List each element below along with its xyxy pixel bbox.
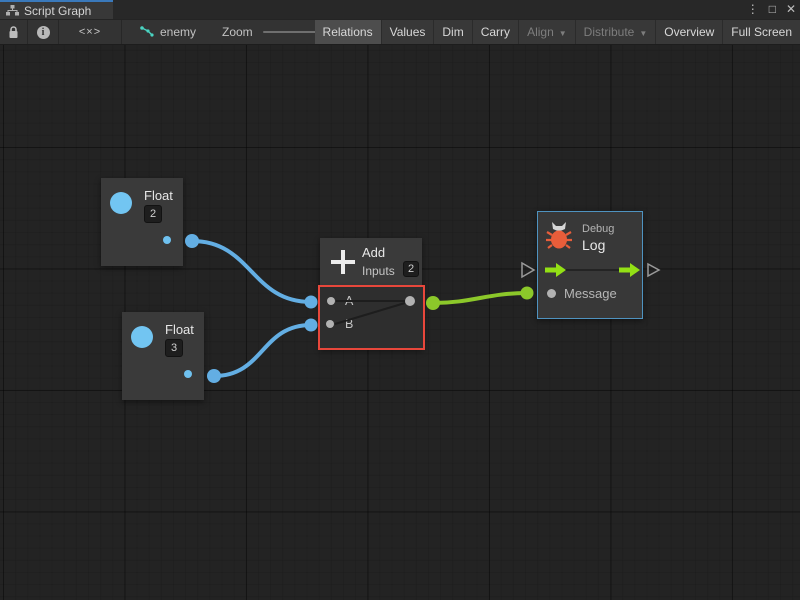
distribute-button[interactable]: Distribute ▼ — [576, 20, 657, 44]
overview-button-label: Overview — [664, 25, 714, 39]
dim-button-label: Dim — [442, 25, 463, 39]
float-type-icon — [131, 326, 153, 348]
node-float-1[interactable]: Float 2 — [101, 178, 183, 266]
node-debug-log[interactable]: Debug Log Message — [537, 211, 643, 319]
bug-icon — [546, 222, 572, 250]
port-a-label: A — [345, 294, 353, 308]
graph-breadcrumb[interactable]: enemy — [140, 20, 196, 44]
add-output-port[interactable] — [405, 296, 415, 306]
window-controls: ⋮ □ ✕ — [747, 0, 796, 19]
node-add-ports[interactable]: A B — [320, 287, 423, 349]
info-icon: i — [37, 26, 50, 39]
toolbar-divider — [121, 20, 122, 44]
add-input-port-a[interactable] — [327, 297, 335, 305]
align-button-label: Align — [527, 25, 554, 39]
dropdown-arrow-icon: ▼ — [559, 29, 567, 38]
float-type-icon — [110, 192, 132, 214]
node-title: Add — [362, 245, 385, 260]
fullscreen-button[interactable]: Full Screen — [723, 20, 800, 44]
toolbar-left-group: i <×> — [0, 20, 122, 44]
graph-toolbar: i <×> enemy Zoom 1x — [0, 19, 800, 45]
port-b-label: B — [345, 317, 353, 331]
zoom-label: Zoom — [222, 25, 253, 39]
info-button[interactable]: i — [28, 20, 58, 44]
inputs-count-field[interactable]: 2 — [403, 261, 419, 277]
float-output-port[interactable] — [184, 370, 192, 378]
graph-tab-icon — [6, 5, 19, 16]
lock-button[interactable] — [0, 20, 27, 44]
node-subtitle: Debug — [582, 223, 614, 235]
node-add-header[interactable]: Add Inputs 2 — [320, 238, 422, 287]
dim-button[interactable]: Dim — [434, 20, 472, 44]
message-input-port[interactable] — [547, 289, 556, 298]
carry-button[interactable]: Carry — [473, 20, 519, 44]
distribute-button-label: Distribute — [584, 25, 635, 39]
overview-button[interactable]: Overview — [656, 20, 723, 44]
relations-button-label: Relations — [323, 25, 373, 39]
graph-reference-label: enemy — [160, 25, 196, 39]
inputs-label: Inputs — [362, 264, 395, 278]
script-graph-window: Script Graph ⋮ □ ✕ i <×> — [0, 0, 800, 600]
node-title: Float — [165, 322, 194, 337]
code-view-button[interactable]: <×> — [59, 20, 121, 44]
toolbar-right-group: Relations Values Dim Carry Align ▼ Distr… — [315, 20, 800, 44]
values-button-label: Values — [390, 25, 426, 39]
tab-title: Script Graph — [24, 4, 91, 18]
graph-reference-icon — [140, 26, 154, 38]
align-button[interactable]: Align ▼ — [519, 20, 576, 44]
window-menu-icon[interactable]: ⋮ — [747, 0, 759, 19]
float-value-field[interactable]: 3 — [165, 339, 183, 357]
lock-icon — [8, 26, 19, 39]
tab-bar: Script Graph ⋮ □ ✕ — [0, 0, 800, 19]
node-float-2[interactable]: Float 3 — [122, 312, 204, 400]
fullscreen-button-label: Full Screen — [731, 25, 792, 39]
float-output-port[interactable] — [163, 236, 171, 244]
float-value-field[interactable]: 2 — [144, 205, 162, 223]
carry-button-label: Carry — [481, 25, 510, 39]
tab-script-graph[interactable]: Script Graph — [0, 0, 113, 19]
node-title: Float — [144, 188, 173, 203]
maximize-icon[interactable]: □ — [769, 0, 776, 19]
add-input-port-b[interactable] — [326, 320, 334, 328]
values-button[interactable]: Values — [382, 20, 435, 44]
dropdown-arrow-icon: ▼ — [639, 29, 647, 38]
message-port-label: Message — [564, 286, 617, 301]
close-icon[interactable]: ✕ — [786, 0, 796, 19]
add-icon — [330, 249, 356, 275]
node-title: Log — [582, 237, 605, 253]
relations-button[interactable]: Relations — [315, 20, 382, 44]
code-view-icon: <×> — [79, 26, 101, 38]
